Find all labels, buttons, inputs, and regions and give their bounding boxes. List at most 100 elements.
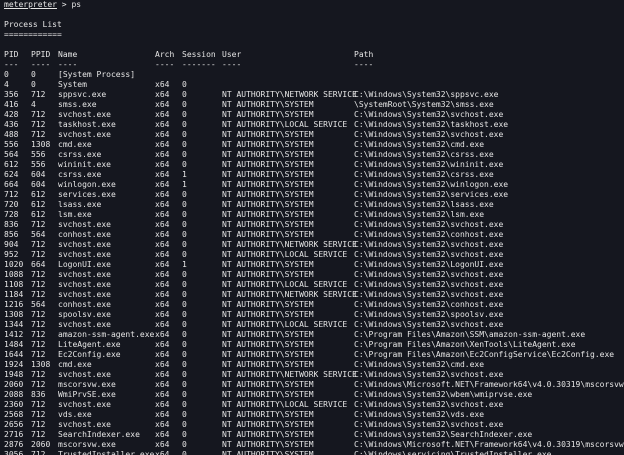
cell-ppid: 612 [31,200,46,209]
cell-name: amazon-ssm-agent.exe [58,330,155,339]
cell-pid: 1484 [4,340,24,349]
cell-arch: x64 [155,80,170,89]
table-row: 556 1308 cmd.exe x64 0 NT AUTHORITY\SYSTEM C:\… [4,140,624,150]
cell-user: NT AUTHORITY\SYSTEM [222,430,314,439]
cell-pid: 356 [4,90,19,99]
cell-path: C:\Windows\System32\csrss.exe [354,170,494,179]
cell-pid: 836 [4,220,19,229]
cell-ppid: 564 [31,230,46,239]
cell-session: 0 [182,250,187,259]
cell-user: NT AUTHORITY\SYSTEM [222,160,314,169]
table-row: 836 712 svchost.exe x64 0 NT AUTHORITY\SYSTEM… [4,220,624,230]
table-header-dashes: --- ---- ---- ---- ------- ---- ---- [4,60,624,70]
cell-ppid: 2060 [31,440,51,449]
section-title: Process List [4,20,62,29]
table-row: 720 612 lsass.exe x64 0 NT AUTHORITY\SYSTEM C:… [4,200,624,210]
cell-name: svchost.exe [58,420,111,429]
cell-session: 0 [182,380,187,389]
cell-session: 0 [182,340,187,349]
cell-pid: 2360 [4,400,24,409]
cell-user: NT AUTHORITY\SYSTEM [222,170,314,179]
dash-session: ------- [182,60,216,69]
cell-name: mscorsvw.exe [58,380,116,389]
column-header-ppid: PPID [31,50,51,59]
cell-arch: x64 [155,290,170,299]
cell-path: C:\Program Files\Amazon\SSM\amazon-ssm-a… [354,330,586,339]
dash-ppid: ---- [31,60,51,69]
cell-name: taskhost.exe [58,120,116,129]
cell-pid: 2088 [4,390,24,399]
cell-session: 0 [182,90,187,99]
table-row: 1644 712 Ec2Config.exe x64 0 NT AUTHORITY\SYS… [4,350,624,360]
table-row: 1108 712 svchost.exe x64 0 NT AUTHORITY\LOCAL… [4,280,624,290]
cell-ppid: 712 [31,120,46,129]
cell-name: lsm.exe [58,210,92,219]
cell-arch: x64 [155,160,170,169]
table-row: 728 612 lsm.exe x64 0 NT AUTHORITY\SYSTEM C:\W… [4,210,624,220]
column-header-name: Name [58,50,78,59]
table-row: 612 556 wininit.exe x64 0 NT AUTHORITY\SYSTEM… [4,160,624,170]
column-header-user: User [222,50,242,59]
cell-path: C:\Windows\Microsoft.NET\Framework64\v4.… [354,440,624,449]
cell-name: cmd.exe [58,360,92,369]
cell-name: svchost.exe [58,400,111,409]
cell-path: C:\Windows\System32\sppsvc.exe [354,90,499,99]
cell-ppid: 712 [31,280,46,289]
cell-user: NT AUTHORITY\SYSTEM [222,440,314,449]
cell-name: svchost.exe [58,130,111,139]
cell-arch: x64 [155,320,170,329]
table-header: PID PPID Name Arch Session User Path [4,50,624,60]
cell-pid: 712 [4,190,19,199]
cell-user: NT AUTHORITY\LOCAL SERVICE [222,120,348,129]
cell-arch: x64 [155,220,170,229]
cell-arch: x64 [155,240,170,249]
terminal-window[interactable]: meterpreter > ps Process List ==========… [0,0,624,455]
cell-pid: 2568 [4,410,24,419]
cell-path: C:\Windows\System32\services.exe [354,190,509,199]
cell-ppid: 604 [31,180,46,189]
cell-arch: x64 [155,310,170,319]
table-row: 2876 2060 mscorsvw.exe x64 0 NT AUTHORITY\SYS… [4,440,624,450]
cell-path: C:\Windows\System32\svchost.exe [354,290,504,299]
cell-ppid: 1308 [31,140,51,149]
cell-session: 0 [182,400,187,409]
cell-path: C:\Windows\System32\taskhost.exe [354,120,509,129]
cell-name: services.exe [58,190,116,199]
cell-name: svchost.exe [58,110,111,119]
cell-name: TrustedInstaller.exe [58,450,155,455]
cell-session: 0 [182,220,187,229]
cell-pid: 720 [4,200,19,209]
cell-user: NT AUTHORITY\SYSTEM [222,110,314,119]
cell-arch: x64 [155,200,170,209]
cell-session: 0 [182,160,187,169]
cell-pid: 2656 [4,420,24,429]
table-row: 1020 664 LogonUI.exe x64 1 NT AUTHORITY\SYSTE… [4,260,624,270]
column-header-path: Path [354,50,374,59]
cell-user: NT AUTHORITY\SYSTEM [222,190,314,199]
cell-path: C:\Windows\System32\lsass.exe [354,200,494,209]
table-row: 1088 712 svchost.exe x64 0 NT AUTHORITY\SYSTE… [4,270,624,280]
cell-session: 0 [182,270,187,279]
cell-session: 0 [182,210,187,219]
cell-session: 1 [182,180,187,189]
cell-arch: x64 [155,400,170,409]
cell-name: conhost.exe [58,230,111,239]
cell-pid: 1184 [4,290,24,299]
cell-ppid: 556 [31,150,46,159]
cell-ppid: 1308 [31,360,51,369]
cell-ppid: 0 [31,70,36,79]
cell-ppid: 712 [31,430,46,439]
cell-session: 1 [182,260,187,269]
cell-ppid: 612 [31,210,46,219]
cell-session: 0 [182,410,187,419]
cell-arch: x64 [155,430,170,439]
table-row: 2716 712 SearchIndexer.exe x64 0 NT AUTHORITY… [4,430,624,440]
cell-name: smss.exe [58,100,97,109]
cell-session: 0 [182,450,187,455]
cell-user: NT AUTHORITY\LOCAL SERVICE [222,250,348,259]
cell-name: lsass.exe [58,200,102,209]
cell-pid: 612 [4,160,19,169]
cell-name: mscorsvw.exe [58,440,116,449]
cell-session: 0 [182,80,187,89]
